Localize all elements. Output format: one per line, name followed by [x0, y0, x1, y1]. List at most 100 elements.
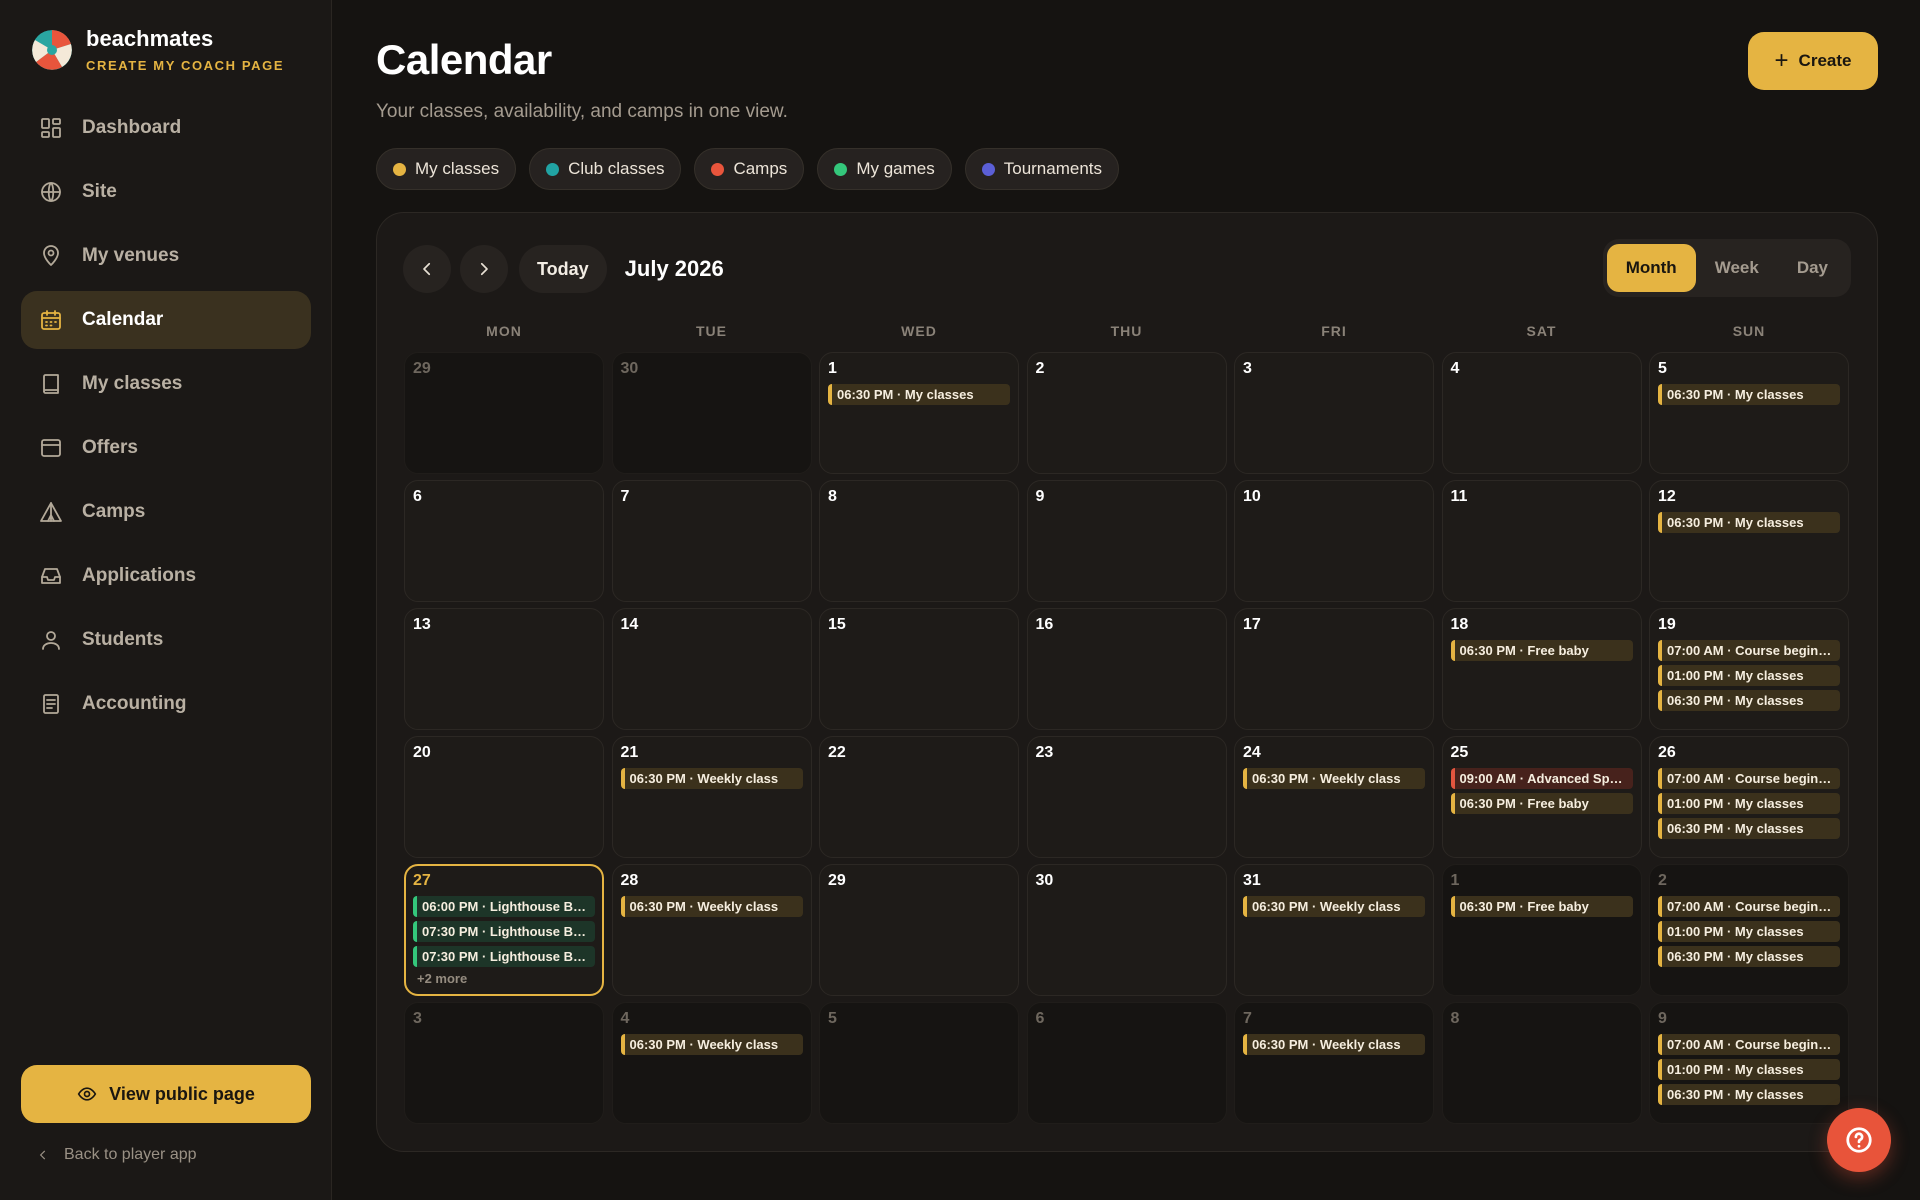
view-public-page-button[interactable]: View public page	[21, 1065, 311, 1123]
calendar-event[interactable]: 06:30 PM · Free baby	[1450, 793, 1633, 814]
filter-my-games[interactable]: My games	[817, 148, 952, 190]
sidebar-item-dashboard[interactable]: Dashboard	[21, 99, 311, 157]
calendar-day-cell[interactable]: 16	[1026, 608, 1227, 730]
calendar-day-cell[interactable]: 9	[1026, 480, 1227, 602]
calendar-day-cell[interactable]: 21 06:30 PM · Weekly class	[611, 736, 812, 858]
calendar-day-cell[interactable]: 4 06:30 PM · Weekly class	[611, 1002, 812, 1124]
calendar-day-cell[interactable]: 28 06:30 PM · Weekly class	[611, 864, 812, 996]
calendar-event[interactable]: 06:30 PM · My classes	[1658, 512, 1840, 533]
calendar-event[interactable]: 06:30 PM · My classes	[1658, 946, 1840, 967]
sidebar-item-applications[interactable]: Applications	[21, 547, 311, 605]
calendar-event[interactable]: 06:30 PM · Free baby	[1450, 896, 1633, 917]
calendar-day-cell[interactable]: 1 06:30 PM · My classes	[819, 352, 1019, 474]
calendar-day-cell[interactable]: 2 07:00 AM · Course begin… 01:00 PM · My c…	[1649, 864, 1849, 996]
calendar-day-cell[interactable]: 25 09:00 AM · Advanced Sp… 06:30 PM · Free…	[1441, 736, 1642, 858]
calendar-day-cell[interactable]: 23	[1026, 736, 1227, 858]
calendar-event[interactable]: 07:30 PM · Lighthouse B…	[413, 946, 595, 967]
calendar-day-cell[interactable]: 8	[1441, 1002, 1642, 1124]
calendar-event[interactable]: 06:30 PM · Weekly class	[620, 768, 803, 789]
calendar-day-cell[interactable]: 6	[404, 480, 604, 602]
sidebar-item-site[interactable]: Site	[21, 163, 311, 221]
day-number: 31	[1243, 872, 1261, 889]
calendar-event[interactable]: 07:30 PM · Lighthouse B…	[413, 921, 595, 942]
calendar-day-cell[interactable]: 1 06:30 PM · Free baby	[1441, 864, 1642, 996]
sidebar-item-my-venues[interactable]: My venues	[21, 227, 311, 285]
tent-icon	[39, 500, 63, 524]
calendar-day-cell[interactable]: 15	[819, 608, 1019, 730]
calendar-day-cell[interactable]: 12 06:30 PM · My classes	[1649, 480, 1849, 602]
calendar-event[interactable]: 06:00 PM · Lighthouse B…	[413, 896, 595, 917]
calendar-event[interactable]: 01:00 PM · My classes	[1658, 793, 1840, 814]
help-button[interactable]	[1827, 1108, 1891, 1172]
more-events-link[interactable]: +2 more	[413, 971, 595, 986]
sidebar-item-camps[interactable]: Camps	[21, 483, 311, 541]
create-button[interactable]: + Create	[1748, 32, 1878, 90]
calendar-day-cell[interactable]: 3	[404, 1002, 604, 1124]
calendar-event[interactable]: 07:00 AM · Course begin…	[1658, 640, 1840, 661]
calendar-day-cell[interactable]: 9 07:00 AM · Course begin… 01:00 PM · My c…	[1649, 1002, 1849, 1124]
calendar-day-cell[interactable]: 19 07:00 AM · Course begin… 01:00 PM · My …	[1649, 608, 1849, 730]
calendar-event[interactable]: 06:30 PM · My classes	[1658, 384, 1840, 405]
calendar-day-cell[interactable]: 6	[1026, 1002, 1227, 1124]
calendar-day-cell[interactable]: 20	[404, 736, 604, 858]
sidebar-item-students[interactable]: Students	[21, 611, 311, 669]
calendar-event[interactable]: 07:00 AM · Course begin…	[1658, 896, 1840, 917]
calendar-day-cell[interactable]: 29	[404, 352, 604, 474]
calendar-day-cell[interactable]: 30	[1026, 864, 1227, 996]
calendar-event[interactable]: 06:30 PM · My classes	[1658, 1084, 1840, 1105]
calendar-day-cell[interactable]: 5	[819, 1002, 1019, 1124]
calendar-event[interactable]: 06:30 PM · My classes	[828, 384, 1010, 405]
calendar-event[interactable]: 06:30 PM · My classes	[1658, 818, 1840, 839]
calendar-event[interactable]: 06:30 PM · Weekly class	[1243, 896, 1425, 917]
calendar-day-cell[interactable]: 14	[611, 608, 812, 730]
calendar-day-cell[interactable]: 18 06:30 PM · Free baby	[1441, 608, 1642, 730]
today-button[interactable]: Today	[519, 245, 607, 293]
next-month-button[interactable]	[460, 245, 508, 293]
calendar-day-cell[interactable]: 13	[404, 608, 604, 730]
calendar-day-cell[interactable]: 7 06:30 PM · Weekly class	[1234, 1002, 1434, 1124]
view-day-button[interactable]: Day	[1778, 244, 1847, 292]
calendar-day-cell[interactable]: 7	[611, 480, 812, 602]
calendar-day-cell[interactable]: 3	[1234, 352, 1434, 474]
sidebar-item-accounting[interactable]: Accounting	[21, 675, 311, 733]
calendar-event[interactable]: 01:00 PM · My classes	[1658, 921, 1840, 942]
brand-subtitle[interactable]: CREATE MY COACH PAGE	[86, 58, 284, 73]
calendar-day-cell[interactable]: 29	[819, 864, 1019, 996]
calendar-day-cell[interactable]: 22	[819, 736, 1019, 858]
brand[interactable]: beachmates CREATE MY COACH PAGE	[32, 26, 284, 73]
calendar-day-cell[interactable]: 5 06:30 PM · My classes	[1649, 352, 1849, 474]
calendar-event[interactable]: 06:30 PM · Weekly class	[1243, 768, 1425, 789]
previous-month-button[interactable]	[403, 245, 451, 293]
sidebar-item-offers[interactable]: Offers	[21, 419, 311, 477]
calendar-day-cell[interactable]: 2	[1026, 352, 1227, 474]
calendar-event[interactable]: 06:30 PM · Weekly class	[1243, 1034, 1425, 1055]
calendar-event[interactable]: 07:00 AM · Course begin…	[1658, 768, 1840, 789]
calendar-day-cell[interactable]: 11	[1441, 480, 1642, 602]
view-week-button[interactable]: Week	[1696, 244, 1778, 292]
calendar-event[interactable]: 01:00 PM · My classes	[1658, 665, 1840, 686]
view-month-button[interactable]: Month	[1606, 244, 1696, 292]
calendar-event[interactable]: 06:30 PM · Weekly class	[620, 896, 803, 917]
calendar-day-cell[interactable]: 17	[1234, 608, 1434, 730]
calendar-event[interactable]: 01:00 PM · My classes	[1658, 1059, 1840, 1080]
calendar-day-cell[interactable]: 30	[611, 352, 812, 474]
calendar-event[interactable]: 06:30 PM · My classes	[1658, 690, 1840, 711]
calendar-event[interactable]: 06:30 PM · Weekly class	[620, 1034, 803, 1055]
sidebar-item-my-classes[interactable]: My classes	[21, 355, 311, 413]
calendar-event[interactable]: 09:00 AM · Advanced Sp…	[1450, 768, 1633, 789]
filter-club-classes[interactable]: Club classes	[529, 148, 682, 190]
calendar-day-cell[interactable]: 26 07:00 AM · Course begin… 01:00 PM · My …	[1649, 736, 1849, 858]
filter-camps[interactable]: Camps	[694, 148, 805, 190]
filter-my-classes[interactable]: My classes	[376, 148, 517, 190]
calendar-event[interactable]: 07:00 AM · Course begin…	[1658, 1034, 1840, 1055]
calendar-event[interactable]: 06:30 PM · Free baby	[1450, 640, 1633, 661]
filter-tournaments[interactable]: Tournaments	[964, 148, 1120, 190]
calendar-day-cell[interactable]: 4	[1441, 352, 1642, 474]
calendar-day-cell[interactable]: 8	[819, 480, 1019, 602]
back-to-player-app-link[interactable]: Back to player app	[36, 1146, 197, 1164]
calendar-day-cell[interactable]: 31 06:30 PM · Weekly class	[1234, 864, 1434, 996]
calendar-day-cell-today[interactable]: 27 06:00 PM · Lighthouse B… 07:30 PM · Lig…	[404, 864, 604, 996]
sidebar-item-calendar[interactable]: Calendar	[21, 291, 311, 349]
calendar-day-cell[interactable]: 24 06:30 PM · Weekly class	[1234, 736, 1434, 858]
calendar-day-cell[interactable]: 10	[1234, 480, 1434, 602]
